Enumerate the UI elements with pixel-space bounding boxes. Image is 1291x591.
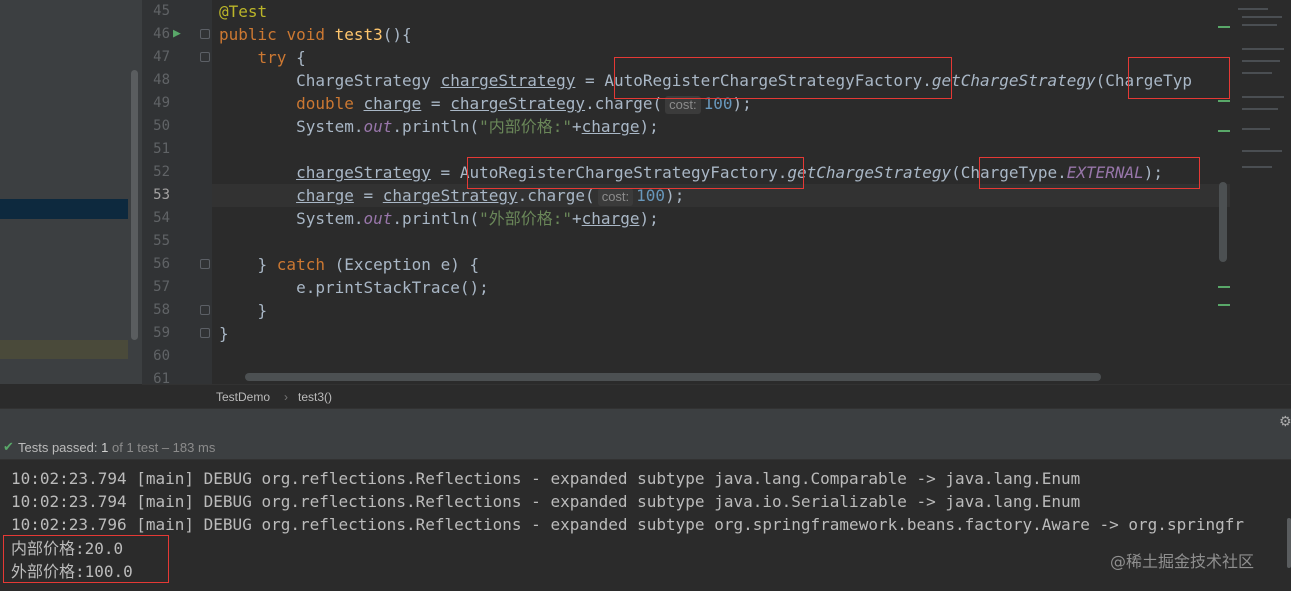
line-number: 49 — [153, 95, 170, 111]
change-marker — [1218, 130, 1230, 132]
fold-marker-icon[interactable] — [200, 305, 210, 315]
code-line-46: public void test3(){ — [219, 25, 412, 44]
code-line-56: } catch (Exception e) { — [257, 255, 480, 274]
line-number: 46 — [153, 26, 170, 42]
line-number: 59 — [153, 325, 170, 341]
breadcrumb: TestDemo › test3() — [142, 384, 1291, 408]
line-number-current: 53 — [153, 187, 170, 203]
test-status-text: Tests passed: 1 of 1 test – 183 ms — [18, 440, 216, 455]
breadcrumb-method[interactable]: test3() — [298, 390, 332, 404]
line-number: 50 — [153, 118, 170, 134]
fold-marker-icon[interactable] — [200, 29, 210, 39]
project-panel[interactable] — [0, 0, 142, 384]
code-line-50: System.out.println("内部价格:"+charge); — [296, 117, 659, 136]
breadcrumb-separator: › — [284, 390, 288, 404]
code-line-58: } — [257, 301, 268, 320]
highlight-box-external-arg — [979, 157, 1200, 189]
project-tree-selected-row[interactable] — [0, 199, 128, 219]
console-line: 10:02:23.794 [main] DEBUG org.reflection… — [11, 469, 1081, 488]
line-number: 55 — [153, 233, 170, 249]
change-marker — [1218, 304, 1230, 306]
parameter-hint: cost: — [597, 188, 634, 206]
line-number: 45 — [153, 3, 170, 19]
line-number: 54 — [153, 210, 170, 226]
editor-horizontal-scrollbar[interactable] — [212, 369, 1230, 384]
change-marker — [1218, 100, 1230, 102]
line-number: 56 — [153, 256, 170, 272]
line-number: 51 — [153, 141, 170, 157]
code-line-59: } — [219, 324, 229, 343]
fold-marker-icon[interactable] — [200, 259, 210, 269]
change-marker — [1218, 26, 1230, 28]
highlight-box-charge-type-arg — [1128, 57, 1230, 99]
check-icon: ✔ — [3, 439, 14, 454]
line-number: 60 — [153, 348, 170, 364]
line-number: 57 — [153, 279, 170, 295]
console-line: 10:02:23.796 [main] DEBUG org.reflection… — [11, 515, 1244, 534]
gear-icon[interactable]: ⚙ — [1279, 414, 1291, 430]
editor-minimap[interactable] — [1230, 0, 1291, 384]
line-number: 58 — [153, 302, 170, 318]
editor-vertical-scrollbar[interactable] — [1219, 182, 1227, 262]
watermark: @稀土掘金技术社区 — [1110, 552, 1255, 571]
run-toolbar: ⚙ — [0, 408, 1291, 436]
method-name: test3 — [334, 25, 383, 44]
code-line-45: @Test — [219, 0, 267, 23]
console-line: 10:02:23.794 [main] DEBUG org.reflection… — [11, 492, 1081, 511]
line-number: 52 — [153, 164, 170, 180]
run-test-gutter-icon[interactable]: ▶ — [173, 27, 187, 41]
line-number: 47 — [153, 49, 170, 65]
code-line-54: System.out.println("外部价格:"+charge); — [296, 209, 659, 228]
line-number: 48 — [153, 72, 170, 88]
fold-marker-icon[interactable] — [200, 328, 210, 338]
annotation: @Test — [219, 2, 268, 21]
highlight-box-factory-call-2 — [467, 157, 804, 189]
console-scrollbar[interactable] — [1287, 518, 1291, 568]
project-tree-highlight-row[interactable] — [0, 340, 128, 359]
highlight-box-output — [3, 535, 169, 583]
fold-marker-icon[interactable] — [200, 52, 210, 62]
code-line-47: try { — [257, 48, 306, 67]
scroll-thumb[interactable] — [245, 373, 1101, 381]
code-line-57: e.printStackTrace(); — [296, 278, 489, 297]
highlight-box-factory-call — [614, 57, 952, 99]
change-marker — [1218, 286, 1230, 288]
breadcrumb-class[interactable]: TestDemo — [216, 390, 270, 404]
project-panel-scrollbar[interactable] — [131, 70, 138, 340]
test-status-bar: ✔ Tests passed: 1 of 1 test – 183 ms — [0, 436, 1291, 460]
run-tool-window: ⚙ ✔ Tests passed: 1 of 1 test – 183 ms 1… — [0, 408, 1291, 591]
